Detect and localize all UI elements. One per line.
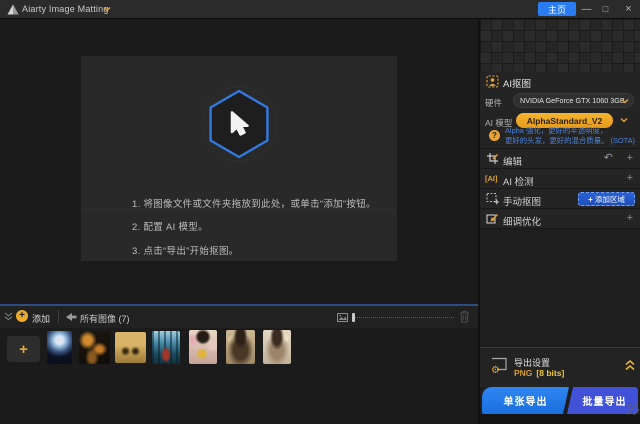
- add-region-button[interactable]: + 添加区域: [578, 192, 635, 206]
- minimize-button[interactable]: —: [578, 0, 595, 18]
- export-gear-icon: ⚙: [491, 365, 500, 376]
- section-manual-matting[interactable]: 手动抠图 + 添加区域: [480, 189, 640, 209]
- add-images-label[interactable]: 添加: [32, 312, 50, 325]
- fine-tune-icon: [486, 214, 498, 224]
- thumbnail-woman-with-bouquet[interactable]: [189, 330, 217, 364]
- add-region-plus-icon: +: [588, 194, 593, 204]
- slider-handle[interactable]: [352, 313, 355, 322]
- app-menu-chevron-down-icon[interactable]: [103, 7, 111, 12]
- collapse-panel-icon[interactable]: [4, 312, 13, 321]
- section-edit-expand-icon[interactable]: +: [627, 152, 633, 165]
- add-image-tile[interactable]: +: [7, 336, 40, 362]
- thumbnail-koi-fish[interactable]: [79, 331, 110, 364]
- section-edit[interactable]: 编辑 ↶ +: [480, 149, 640, 169]
- instruction-step-2: 2. 配置 AI 模型。: [132, 222, 208, 233]
- thumbnail-woman-in-forest[interactable]: [152, 331, 180, 364]
- hardware-chevron-down-icon: [621, 99, 629, 104]
- section-manual-matting-label: 手动抠图: [503, 196, 542, 208]
- toolbar-divider: [58, 310, 59, 323]
- bottom-toolbar: + 添加 所有图像 (7): [0, 304, 478, 328]
- thumbnail-strip: +: [0, 328, 478, 424]
- model-description-line2: 更好的头发，更好的混合质量。 (SOTA): [505, 136, 636, 145]
- section-fine-tune-label: 细调优化: [503, 216, 542, 228]
- model-help-icon[interactable]: ?: [489, 130, 500, 141]
- all-images-label[interactable]: 所有图像 (7): [80, 312, 130, 325]
- section-ai-detect-label: AI 检测: [503, 176, 534, 188]
- add-images-button[interactable]: +: [16, 310, 28, 322]
- ai-matting-title: AI抠图: [503, 79, 531, 90]
- export-collapse-chevron-up-icon[interactable]: [625, 360, 635, 371]
- thumbnail-woman-portrait-sepia[interactable]: [226, 330, 255, 364]
- add-region-label: 添加区域: [594, 194, 625, 204]
- close-button[interactable]: ×: [620, 0, 637, 18]
- section-ai-detect-expand-icon[interactable]: +: [627, 172, 633, 185]
- ai-matting-section: AI抠图 硬件 NVIDIA GeForce GTX 1060 3GB AI 模…: [480, 72, 640, 149]
- manual-matting-icon: [486, 193, 499, 205]
- hardware-label: 硬件: [485, 98, 503, 108]
- instruction-step-3: 3. 点击“导出”开始抠图。: [132, 246, 239, 257]
- instruction-step-1: 1. 将图像文件或文件夹拖放到此处，或单击“添加”按钮。: [132, 199, 376, 210]
- window-resize-grip[interactable]: [627, 404, 639, 415]
- thumbnail-size-slider[interactable]: [352, 313, 454, 322]
- hardware-value: NVIDIA GeForce GTX 1060 3GB: [520, 96, 625, 105]
- aiarty-image-matting-window: { "titlebar": { "app_title": "Aiarty Ima…: [0, 0, 640, 424]
- export-bit-depth: [8 bits]: [536, 368, 565, 378]
- app-title: Aiarty Image Matting: [22, 4, 109, 14]
- section-fine-tune[interactable]: 细调优化 +: [480, 209, 640, 229]
- thumbnail-size-image-icon: [337, 313, 348, 322]
- section-ai-detect[interactable]: [AI] AI 检测 +: [480, 169, 640, 189]
- back-arrow-icon[interactable]: [66, 313, 77, 321]
- export-settings[interactable]: ⚙ 导出设置 PNG [8 bits]: [480, 347, 640, 387]
- transparency-preview: [480, 19, 640, 72]
- ai-model-chevron-down-icon[interactable]: [620, 118, 628, 123]
- titlebar: Aiarty Image Matting 主页 — □ ×: [0, 0, 640, 19]
- maximize-button[interactable]: □: [597, 0, 614, 18]
- export-format-value: PNG: [514, 368, 533, 378]
- thumbnail-woman-portrait-light[interactable]: [263, 330, 291, 364]
- undo-icon[interactable]: ↶: [604, 151, 613, 165]
- home-button[interactable]: 主页: [538, 2, 576, 16]
- image-dropzone[interactable]: 1. 将图像文件或文件夹拖放到此处，或单击“添加”按钮。 2. 配置 AI 模型…: [81, 56, 397, 261]
- ai-detect-icon: [AI]: [485, 174, 498, 183]
- thumbnail-bicycle[interactable]: [115, 332, 146, 363]
- main-canvas: 1. 将图像文件或文件夹拖放到此处，或单击“添加”按钮。 2. 配置 AI 模型…: [0, 19, 478, 304]
- sidebar-bottom-strip: [480, 414, 640, 424]
- export-format: PNG [8 bits]: [514, 368, 564, 378]
- right-sidebar: AI抠图 硬件 NVIDIA GeForce GTX 1060 3GB AI 模…: [480, 19, 640, 424]
- thumbnail-jellyfish[interactable]: [47, 331, 72, 364]
- delete-image-icon[interactable]: [459, 310, 470, 323]
- edit-crop-icon: [487, 153, 499, 164]
- app-logo-icon: [7, 4, 19, 15]
- ai-matting-icon: [486, 75, 499, 88]
- section-edit-label: 编辑: [503, 156, 523, 168]
- drop-hexagon-cursor-icon: [201, 86, 277, 162]
- single-export-button[interactable]: 单张导出: [482, 387, 569, 414]
- hardware-select[interactable]: NVIDIA GeForce GTX 1060 3GB: [513, 93, 634, 108]
- section-fine-tune-expand-icon[interactable]: +: [627, 212, 633, 225]
